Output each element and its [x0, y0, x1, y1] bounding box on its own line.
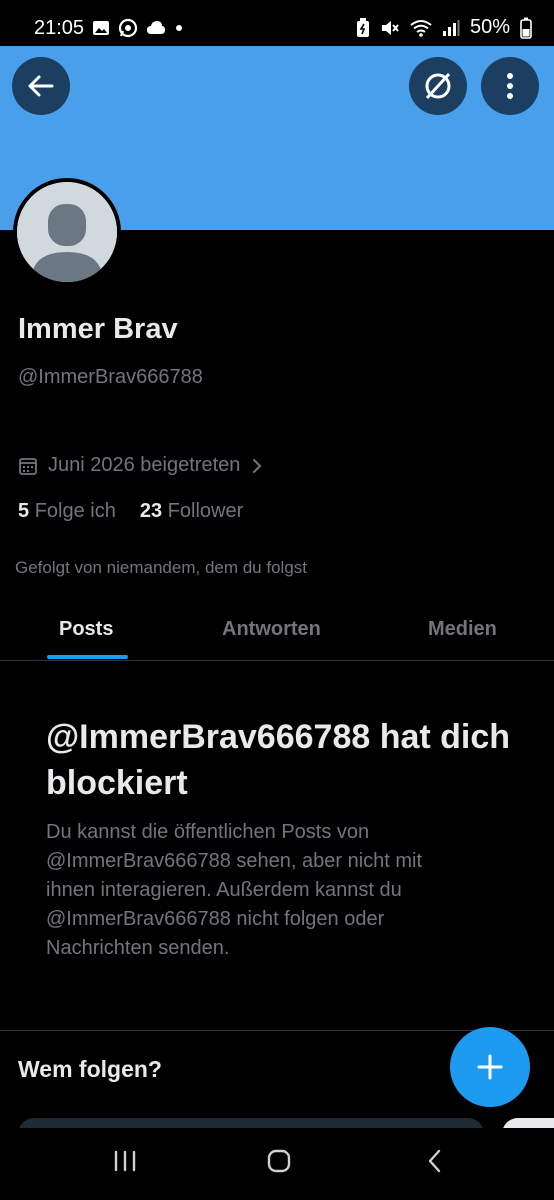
- followers-link[interactable]: 23 Follower: [140, 500, 243, 523]
- whatsapp-icon: [118, 18, 138, 38]
- avatar[interactable]: [13, 178, 121, 286]
- recent-apps-icon: [114, 1150, 136, 1172]
- grok-button[interactable]: [409, 57, 467, 115]
- profile-name: Immer Brav: [18, 313, 178, 345]
- followed-by-text: Gefolgt von niemandem, dem du folgst: [15, 558, 307, 577]
- followers-count: 23: [139, 500, 163, 522]
- home-button[interactable]: [266, 1148, 292, 1179]
- profile-tabs: Posts Antworten Medien: [0, 600, 554, 661]
- who-to-follow-title: Wem folgen?: [18, 1056, 162, 1082]
- signal-icon: [442, 19, 460, 36]
- more-vertical-icon: [507, 73, 513, 99]
- default-avatar-icon: [17, 182, 117, 282]
- cloud-icon: [147, 21, 165, 34]
- tab-replies[interactable]: Antworten: [222, 618, 321, 641]
- arrow-left-icon: [28, 75, 54, 97]
- following-link[interactable]: 5 Folge ich: [18, 500, 116, 523]
- compose-button[interactable]: [450, 1027, 530, 1107]
- follow-stats: 5 Folge ich 23 Follower: [18, 500, 243, 523]
- joined-date: Juni 2026 beigetreten: [48, 454, 241, 476]
- profile-handle: @ImmerBrav666788: [18, 366, 203, 388]
- tab-media[interactable]: Medien: [428, 618, 497, 641]
- system-back-button[interactable]: [424, 1148, 446, 1179]
- blocked-title: @ImmerBrav666788 hat dich blockiert: [46, 718, 511, 802]
- wifi-icon: [410, 19, 432, 37]
- status-left-icons: [92, 18, 184, 38]
- status-right-icons: 50%: [356, 16, 532, 39]
- gallery-icon: [93, 21, 109, 35]
- battery-percent: 50%: [469, 16, 510, 38]
- system-nav-bar: [0, 1128, 554, 1200]
- grok-icon: [425, 72, 451, 100]
- blocked-text: Du kannst die öffentlichen Posts von @Im…: [46, 821, 423, 959]
- calendar-icon: [19, 457, 37, 475]
- following-label: Folge ich: [34, 500, 116, 522]
- status-bar: 21:05 50%: [0, 0, 554, 46]
- back-icon: [428, 1149, 441, 1173]
- plus-icon: [477, 1054, 503, 1080]
- recent-apps-button[interactable]: [112, 1148, 138, 1179]
- chevron-right-icon: [253, 458, 262, 473]
- active-tab-indicator: [47, 655, 128, 659]
- battery-icon: [520, 17, 532, 39]
- following-count: 5: [18, 500, 30, 522]
- status-time: 21:05: [34, 17, 85, 39]
- mute-icon: [381, 20, 399, 35]
- home-icon: [267, 1149, 291, 1173]
- more-button[interactable]: [481, 57, 539, 115]
- followers-label: Follower: [167, 500, 244, 522]
- dot-icon: [176, 25, 182, 31]
- back-button[interactable]: [12, 57, 70, 115]
- joined-info[interactable]: Juni 2026 beigetreten: [18, 454, 264, 477]
- tab-posts[interactable]: Posts: [59, 618, 113, 641]
- battery-saver-icon: [356, 17, 369, 37]
